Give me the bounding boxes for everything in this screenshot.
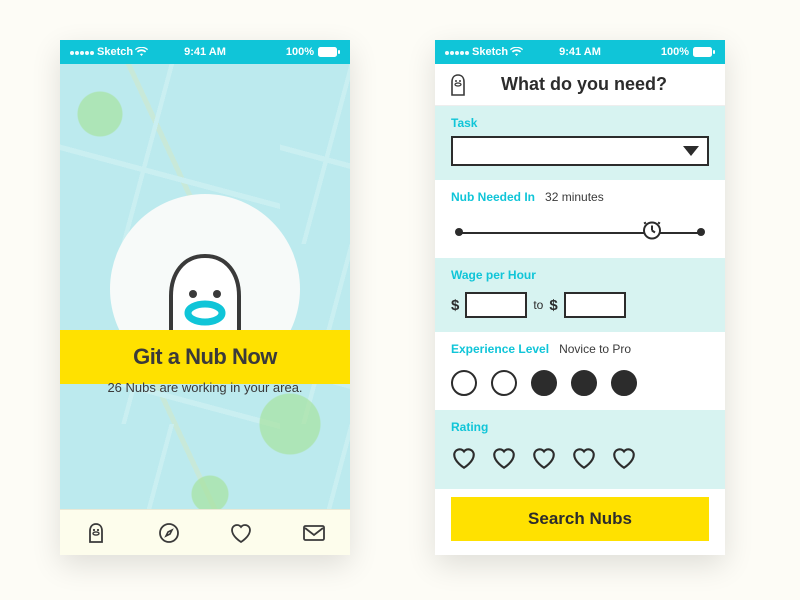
exp-dot-3[interactable]	[531, 370, 557, 396]
battery-label: 100%	[286, 46, 314, 58]
experience-dots[interactable]	[451, 370, 709, 396]
nub-avatar-badge	[110, 194, 300, 384]
screen-header: What do you need?	[435, 64, 725, 106]
mail-icon	[302, 523, 326, 543]
filter-screen: Sketch 9:41 AM 100% What do you need? Ta…	[435, 40, 725, 555]
task-label: Task	[451, 116, 477, 130]
wage-joiner: to	[533, 298, 543, 312]
rating-hearts[interactable]	[451, 446, 709, 475]
timing-section: Nub Needed In32 minutes	[435, 180, 725, 258]
tab-messages[interactable]	[301, 520, 327, 546]
search-nubs-button[interactable]: Search Nubs	[451, 497, 709, 541]
heart-5[interactable]	[611, 446, 637, 475]
wage-min-input[interactable]	[465, 292, 527, 318]
clock-label: 9:41 AM	[184, 46, 226, 58]
tab-bar	[60, 509, 350, 555]
nub-icon	[84, 521, 108, 545]
area-count-label: 26 Nubs are working in your area.	[60, 380, 350, 395]
exp-dot-2[interactable]	[491, 370, 517, 396]
clock-label: 9:41 AM	[559, 46, 601, 58]
clock-icon	[641, 219, 663, 241]
rating-section: Rating	[435, 410, 725, 489]
status-bar: Sketch 9:41 AM 100%	[60, 40, 350, 64]
wifi-icon	[135, 47, 148, 57]
timing-label: Nub Needed In32 minutes	[451, 190, 604, 204]
dollar-icon: $	[549, 297, 557, 314]
exp-dot-5[interactable]	[611, 370, 637, 396]
slider-handle[interactable]	[641, 219, 663, 246]
task-select[interactable]	[451, 136, 709, 166]
carrier-label: Sketch	[97, 46, 133, 58]
dollar-icon: $	[451, 297, 459, 314]
exp-dot-4[interactable]	[571, 370, 597, 396]
timing-value: 32 minutes	[545, 190, 604, 204]
cta-banner[interactable]: Git a Nub Now	[60, 330, 350, 384]
home-screen: Sketch 9:41 AM 100% Git a Nub Now	[60, 40, 350, 555]
battery-label: 100%	[661, 46, 689, 58]
status-bar: Sketch 9:41 AM 100%	[435, 40, 725, 64]
experience-value: Novice to Pro	[559, 342, 631, 356]
heart-icon	[229, 522, 253, 544]
wage-section: Wage per Hour $ to $	[435, 258, 725, 332]
wifi-icon	[510, 47, 523, 57]
tab-favorites[interactable]	[228, 520, 254, 546]
tab-explore[interactable]	[156, 520, 182, 546]
wage-label: Wage per Hour	[451, 268, 536, 282]
experience-label: Experience LevelNovice to Pro	[451, 342, 631, 356]
exp-dot-1[interactable]	[451, 370, 477, 396]
task-section: Task	[435, 106, 725, 180]
battery-icon	[693, 47, 715, 57]
carrier-label: Sketch	[472, 46, 508, 58]
tab-home[interactable]	[83, 520, 109, 546]
battery-icon	[318, 47, 340, 57]
wage-max-input[interactable]	[564, 292, 626, 318]
heart-4[interactable]	[571, 446, 597, 475]
nub-mascot-icon	[145, 250, 265, 384]
timing-slider[interactable]	[451, 220, 709, 244]
experience-section: Experience LevelNovice to Pro	[435, 332, 725, 410]
heart-1[interactable]	[451, 446, 477, 475]
rating-label: Rating	[451, 420, 488, 434]
page-title: What do you need?	[479, 74, 689, 95]
compass-icon	[157, 521, 181, 545]
map-view[interactable]: Git a Nub Now 26 Nubs are working in you…	[60, 64, 350, 509]
heart-2[interactable]	[491, 446, 517, 475]
nub-small-icon	[445, 72, 471, 98]
heart-3[interactable]	[531, 446, 557, 475]
